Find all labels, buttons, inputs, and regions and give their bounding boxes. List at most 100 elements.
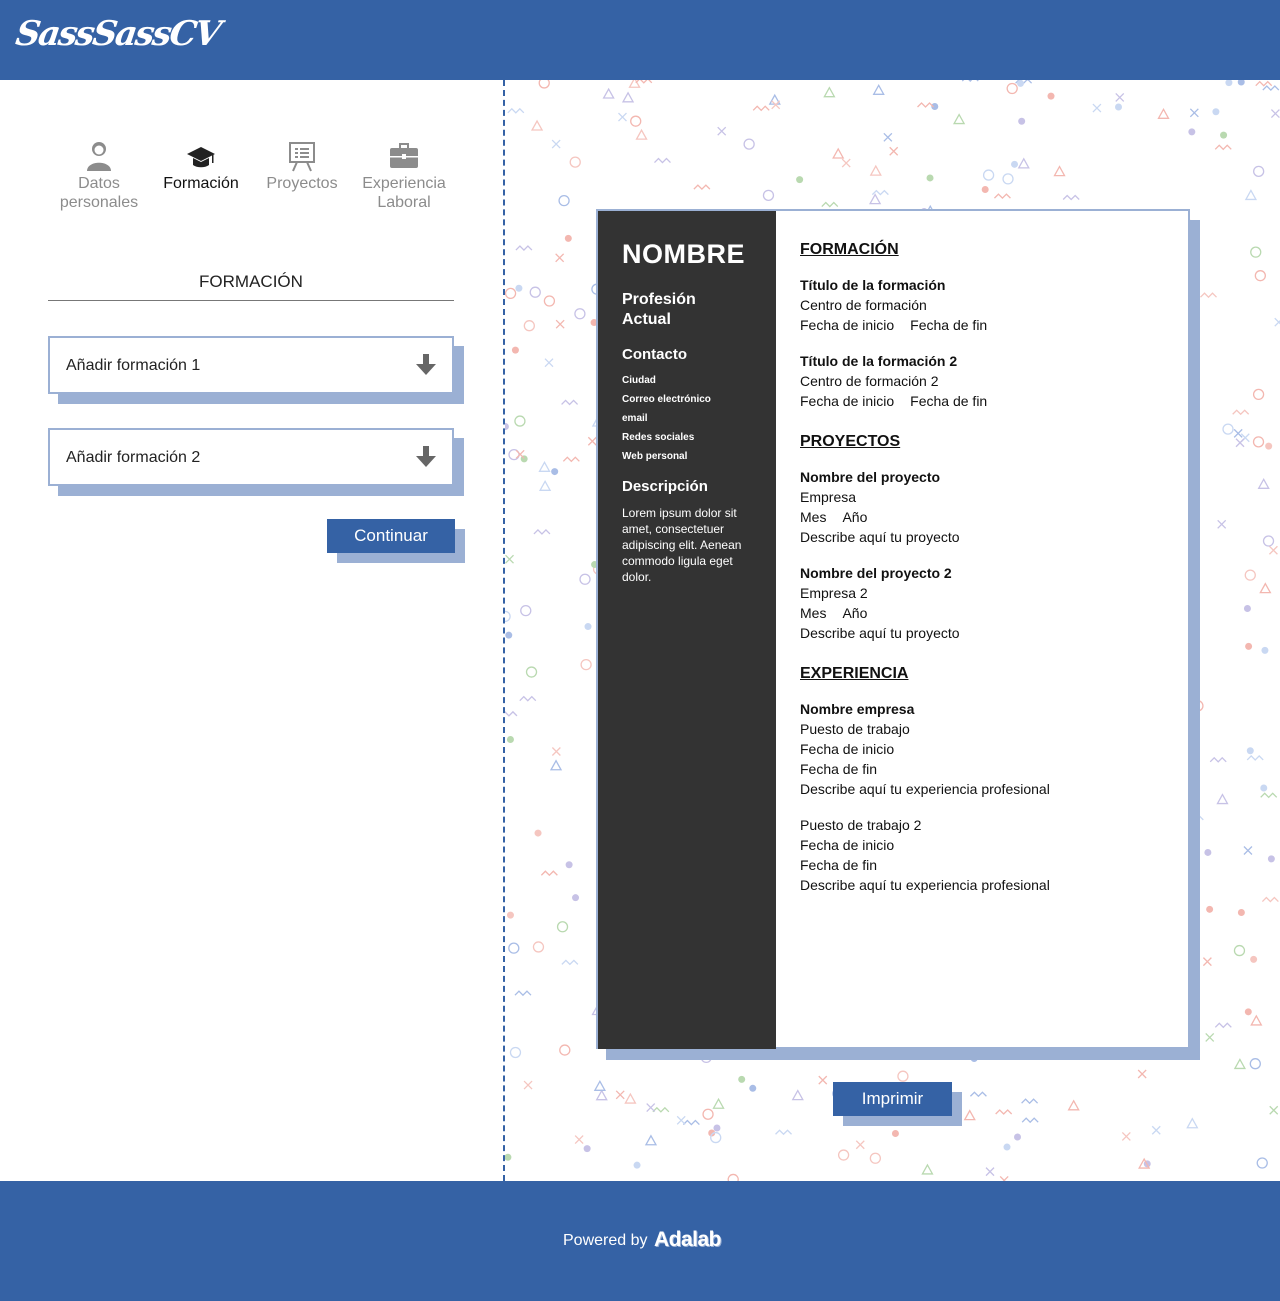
confetti-shape	[1222, 423, 1234, 435]
accordion-formacion-2[interactable]: Añadir formación 2	[48, 428, 464, 496]
confetti-shape	[1233, 1058, 1246, 1070]
cv-section-formacion: FORMACIÓN	[800, 241, 899, 258]
confetti-shape	[549, 759, 563, 771]
confetti-shape	[1237, 909, 1245, 917]
confetti-shape	[1047, 92, 1055, 100]
confetti-shape	[1250, 246, 1262, 258]
confetti-shape	[1003, 1143, 1011, 1151]
confetti-shape	[1261, 896, 1279, 903]
cv-section-experiencia: EXPERIENCIA	[800, 665, 909, 682]
accordion-header[interactable]: Añadir formación 1	[48, 336, 454, 394]
confetti-shape	[618, 112, 627, 122]
confetti-shape	[1255, 80, 1273, 87]
confetti-shape	[565, 861, 573, 869]
confetti-shape	[1252, 436, 1265, 448]
cv-entry-position: Puesto de trabajo 2	[800, 817, 922, 833]
cv-month: Mes	[800, 605, 827, 621]
cv-entry-company: Nombre empresa	[800, 701, 915, 717]
confetti-shape	[1021, 1098, 1039, 1105]
confetti-shape	[1053, 165, 1066, 177]
confetti-shape	[580, 658, 592, 671]
confetti-shape	[533, 528, 551, 535]
accordion-formacion-1[interactable]: Añadir formación 1	[48, 336, 464, 404]
form-panel: Datos personales Formación Proyectos Exp…	[0, 80, 504, 1181]
confetti-shape	[963, 1109, 976, 1121]
print-button[interactable]: Imprimir	[833, 1082, 952, 1116]
confetti-shape	[561, 399, 579, 406]
arrow-down-icon[interactable]	[416, 354, 436, 376]
confetti-shape	[889, 146, 899, 156]
confetti-shape	[869, 164, 882, 176]
confetti-shape	[1151, 1125, 1161, 1135]
confetti-shape	[574, 308, 586, 320]
confetti-shape	[1188, 128, 1196, 136]
confetti-shape	[1249, 1058, 1261, 1070]
confetti-shape	[1243, 846, 1253, 855]
briefcase-icon	[389, 140, 419, 172]
confetti-shape	[1011, 160, 1019, 168]
confetti-shape	[897, 1070, 909, 1082]
confetti-shape	[1214, 144, 1232, 151]
cv-experiencia-entry: Nombre empresa Puesto de trabajo Fecha d…	[800, 699, 1180, 799]
confetti-shape	[995, 1109, 1013, 1115]
confetti-shape	[1121, 1131, 1131, 1141]
user-icon	[84, 140, 114, 172]
confetti-shape	[1268, 545, 1278, 555]
confetti-shape	[509, 1046, 522, 1059]
step-experiencia-laboral[interactable]: Experiencia Laboral	[353, 140, 455, 212]
cv-entry-center: Centro de formación	[800, 297, 927, 313]
cv-contact-item: Ciudad	[622, 375, 656, 386]
confetti-shape	[1235, 438, 1245, 448]
cv-description-title: Descripción	[622, 478, 708, 495]
confetti-shape	[1250, 955, 1258, 963]
confetti-shape	[818, 1075, 828, 1085]
confetti-shape	[646, 1103, 656, 1113]
confetti-shape	[556, 921, 569, 933]
cv-date-end: Fecha de fin	[800, 857, 878, 873]
cv-entry-company: Empresa 2	[800, 585, 868, 601]
cv-formacion-entry: Título de la formación Centro de formaci…	[800, 275, 1180, 335]
logo[interactable]: SassSassCV	[13, 14, 222, 54]
confetti-shape	[743, 138, 755, 150]
presentation-board-icon	[287, 140, 317, 172]
confetti-shape	[544, 358, 554, 368]
adalab-logo[interactable]: Adalab	[654, 1228, 722, 1252]
confetti-shape	[538, 479, 552, 491]
accordion-header[interactable]: Añadir formación 2	[48, 428, 454, 486]
step-proyectos[interactable]: Proyectos	[251, 140, 353, 193]
cv-contact-item: Redes sociales	[622, 432, 695, 443]
cv-contact-item: email	[622, 413, 648, 424]
confetti-shape	[555, 319, 565, 329]
cv-year: Año	[842, 605, 868, 621]
cv-entry-position: Puesto de trabajo	[800, 721, 910, 737]
confetti-shape	[869, 1152, 882, 1164]
arrow-down-icon[interactable]	[416, 446, 436, 468]
step-formacion[interactable]: Formación	[150, 140, 252, 193]
cv-entry-dates: Fecha de inicio Fecha de fin	[800, 315, 1180, 335]
confetti-shape	[682, 1119, 700, 1126]
confetti-shape	[821, 201, 839, 208]
confetti-shape	[713, 1124, 721, 1132]
cv-date-start: Fecha de inicio	[800, 741, 895, 757]
confetti-shape	[507, 107, 525, 114]
cv-contact-title: Contacto	[622, 346, 687, 363]
confetti-shape	[1018, 117, 1026, 125]
cv-profession-line: Actual	[622, 311, 671, 328]
continue-button[interactable]: Continuar	[327, 519, 455, 553]
confetti-shape	[926, 174, 934, 182]
confetti-shape	[519, 695, 537, 702]
confetti-shape	[1225, 80, 1233, 87]
confetti-shape	[511, 346, 519, 354]
confetti-shape	[1244, 1008, 1252, 1016]
confetti-shape	[1209, 756, 1227, 763]
step-datos-personales[interactable]: Datos personales	[48, 140, 150, 212]
confetti-shape	[1202, 957, 1212, 967]
confetti-shape	[1257, 477, 1270, 489]
confetti-shape	[921, 1163, 934, 1175]
confetti-shape	[738, 1075, 746, 1083]
confetti-shape	[952, 113, 966, 125]
confetti-shape	[583, 1145, 591, 1153]
confetti-shape	[775, 1129, 792, 1136]
confetti-shape	[1062, 194, 1080, 201]
confetti-shape	[1017, 157, 1030, 169]
